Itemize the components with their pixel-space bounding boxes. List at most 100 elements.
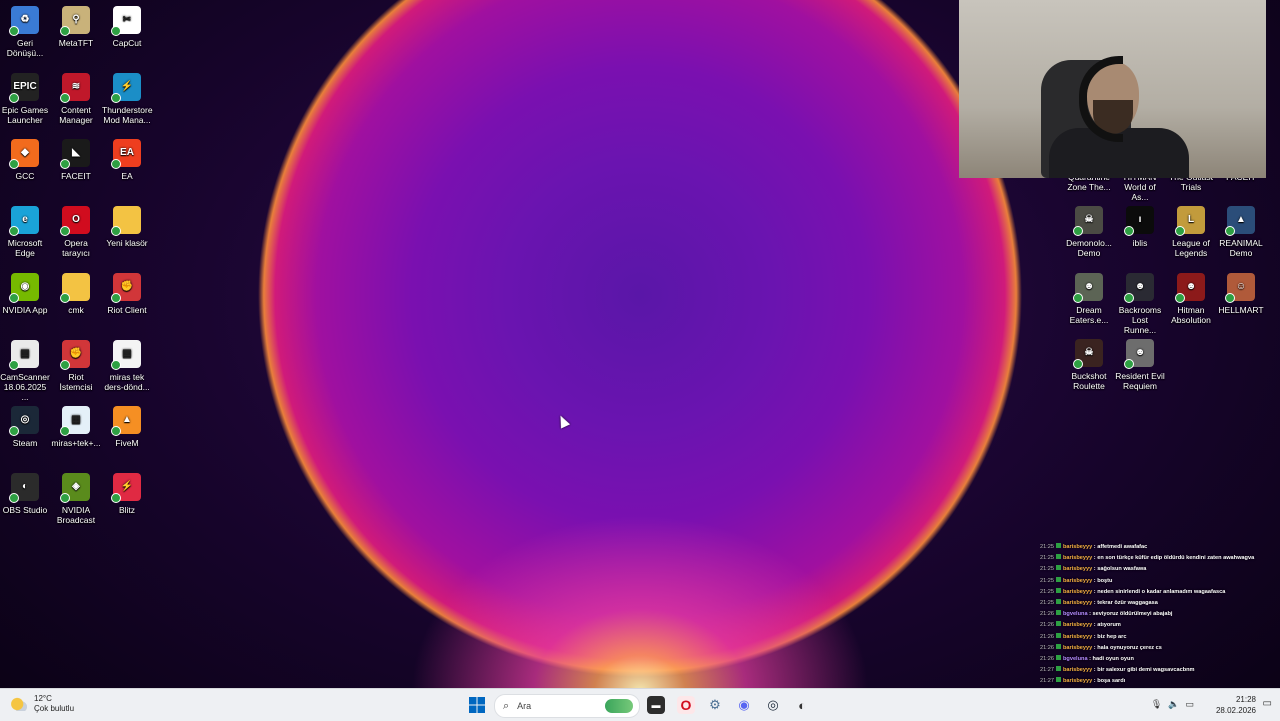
- desktop-icon[interactable]: ☻ Backrooms Lost Runne...: [1115, 272, 1165, 335]
- desktop-icon[interactable]: ◈ NVIDIA Broadcast: [51, 472, 101, 525]
- desktop-icon[interactable]: ▤ CamScanner 18.06.2025 ...: [0, 339, 50, 402]
- chat-badge-icon: [1056, 599, 1061, 605]
- desktop-icon-label: Epic Games Launcher: [1, 104, 49, 125]
- chat-text: hala oynuyoruz çerez cs: [1097, 644, 1162, 651]
- desktop-icon-label: MetaTFT: [58, 38, 94, 48]
- app-icon: EPIC: [9, 72, 39, 103]
- desktop-icon[interactable]: e Microsoft Edge: [0, 206, 50, 258]
- desktop-icon[interactable]: ▦ miras+tek+...: [51, 406, 101, 448]
- app-glyph-icon: ▦: [71, 414, 81, 426]
- sync-check-icon: [1225, 226, 1235, 236]
- chat-badge-icon: [1056, 677, 1061, 683]
- steam-taskbar-icon[interactable]: ◎: [764, 696, 782, 714]
- search-placeholder: Ara: [517, 701, 532, 711]
- chat-time: 21:25: [1040, 566, 1054, 573]
- desktop-icon[interactable]: L League of Legends: [1166, 206, 1216, 258]
- desktop-icon[interactable]: ◆ GCC: [0, 139, 50, 181]
- desktop-icon[interactable]: EPIC Epic Games Launcher: [0, 72, 50, 125]
- chat-badge-icon: [1056, 565, 1061, 571]
- chat-time: 21:26: [1040, 611, 1054, 618]
- desktop-icon[interactable]: ▲ REANIMAL Demo: [1216, 206, 1266, 258]
- desktop-icon-label: Yeni klasör: [106, 238, 148, 249]
- desktop-icon[interactable]: EA EA: [102, 139, 152, 181]
- desktop-icon[interactable]: cmk: [51, 272, 101, 315]
- chat-username: barisbeyyy: [1063, 622, 1093, 629]
- desktop-icon[interactable]: ▤ miras tek ders-dönd...: [102, 339, 152, 392]
- app-icon: ⚡: [111, 72, 141, 103]
- desktop-icon[interactable]: ♻ Geri Dönüşü...: [0, 6, 50, 58]
- desktop-icon[interactable]: ◣ FACEIT: [51, 139, 101, 181]
- chat-text: sağolsun wasfawa: [1097, 566, 1147, 573]
- desktop-icon[interactable]: ✂ CapCut: [102, 6, 152, 48]
- app-glyph-icon: ✊: [69, 347, 83, 359]
- desktop-icon-label: miras tek ders-dönd...: [104, 371, 150, 392]
- app-icon: ✊: [111, 272, 141, 303]
- opera-taskbar-icon[interactable]: O: [677, 696, 695, 714]
- desktop-icon[interactable]: ☻ Dream Eaters.e...: [1064, 272, 1114, 325]
- chat-badge-icon: [1056, 576, 1061, 582]
- app-icon: EA: [111, 139, 141, 170]
- app-glyph-icon: ◣: [72, 147, 80, 159]
- chat-message: 21:26 barisbeyyy : hala oynuyoruz çerez c…: [1040, 643, 1265, 654]
- chat-message: 21:25 barisbeyyy : sağolsun wasfawa: [1040, 564, 1265, 575]
- desktop-icon[interactable]: ◉ NVIDIA App: [0, 272, 50, 315]
- app-icon: e: [9, 206, 39, 237]
- chat-time: 21:25: [1040, 600, 1054, 607]
- stream-chat-overlay: 21:25 barisbeyyy : affetmedi awafafac 21:2…: [1040, 542, 1265, 718]
- desktop-icon[interactable]: ⚡ Blitz: [102, 472, 152, 515]
- desktop-icon[interactable]: ☠ Demonolo... Demo: [1064, 206, 1114, 258]
- taskbar-search[interactable]: ⌕ Ara: [494, 694, 640, 718]
- desktop-icon[interactable]: ı iblis: [1115, 206, 1165, 248]
- desktop-icon[interactable]: ✊ Riot Client: [102, 272, 152, 315]
- app-icon: ⚡: [111, 472, 141, 503]
- desktop-icon[interactable]: ◐ OBS Studio: [0, 472, 50, 515]
- chat-time: 21:26: [1040, 633, 1054, 640]
- sync-check-icon: [1225, 292, 1235, 303]
- discord-icon[interactable]: ◉: [735, 696, 753, 714]
- desktop-icon[interactable]: ✊ Riot İstemcisi: [51, 339, 101, 392]
- app-glyph-icon: ☻: [1134, 280, 1146, 292]
- desktop-icon[interactable]: ≋ Content Manager: [51, 72, 101, 125]
- app-icon: ✂: [111, 6, 141, 36]
- app-icon: ▤: [111, 339, 141, 370]
- chat-text: hadi oyun oyun: [1092, 656, 1134, 663]
- app-icon: ◉: [9, 272, 39, 303]
- desktop-icon[interactable]: O Opera tarayıcı: [51, 206, 101, 258]
- obs-taskbar-icon[interactable]: ◐: [793, 696, 811, 714]
- desktop-icon[interactable]: Yeni klasör: [102, 206, 152, 248]
- sync-check-icon: [9, 26, 19, 36]
- desktop-icon-label: Dream Eaters.e...: [1069, 304, 1109, 325]
- desktop-icon-label: iblis: [1132, 238, 1148, 248]
- desktop-icon[interactable]: ☠ Buckshot Roulette: [1064, 339, 1114, 391]
- taskbar: 12°C Çok bulutlu ⌕ Ara ▬ O ⚙ ◉ ◎ ◐ 🎙🔈▭ 2…: [0, 688, 1280, 721]
- desktop-icon[interactable]: ☻ Resident Evil Requiem: [1115, 339, 1165, 391]
- notification-bell-icon[interactable]: ▭: [1263, 698, 1272, 709]
- desktop-icon-label: Riot İstemcisi: [59, 371, 93, 392]
- clock[interactable]: 21:28 28.02.2026: [1216, 694, 1256, 716]
- sync-check-icon: [111, 492, 121, 503]
- search-icon: ⌕: [503, 699, 510, 712]
- sync-check-icon: [60, 492, 70, 503]
- app-icon: ☻: [1175, 272, 1205, 303]
- chat-message: 21:26 barisbeyyy : biz hep arc: [1040, 632, 1265, 643]
- app-glyph-icon: ◎: [20, 414, 30, 426]
- desktop-icon[interactable]: ⚲ MetaTFT: [51, 6, 101, 48]
- desktop-icon[interactable]: ◎ Steam: [0, 406, 50, 448]
- chat-username: barisbeyyy: [1063, 566, 1093, 573]
- desktop-icon-label: Geri Dönüşü...: [6, 38, 44, 58]
- app-glyph-icon: ◉: [20, 280, 30, 292]
- app-icon: ◆: [9, 139, 39, 170]
- desktop-icon[interactable]: ⚡ Thunderstore Mod Mana...: [102, 72, 153, 125]
- terminal-icon[interactable]: ▬: [647, 696, 665, 714]
- start-button[interactable]: [468, 696, 486, 714]
- tray-icons[interactable]: 🎙🔈▭: [1151, 699, 1200, 710]
- app-icon: ◣: [60, 139, 90, 170]
- desktop-icon[interactable]: ☻ Hitman Absolution: [1166, 272, 1216, 325]
- sync-check-icon: [111, 226, 121, 237]
- desktop-icon[interactable]: ☺ HELLMART: [1216, 272, 1266, 315]
- desktop-icon-label: HELLMART: [1218, 304, 1264, 315]
- settings-gear-icon[interactable]: ⚙: [706, 696, 724, 714]
- weather-widget[interactable]: 12°C Çok bulutlu: [10, 694, 74, 714]
- desktop-icon[interactable]: ▲ FiveM: [102, 406, 152, 448]
- chat-username: barisbeyyy: [1063, 577, 1093, 584]
